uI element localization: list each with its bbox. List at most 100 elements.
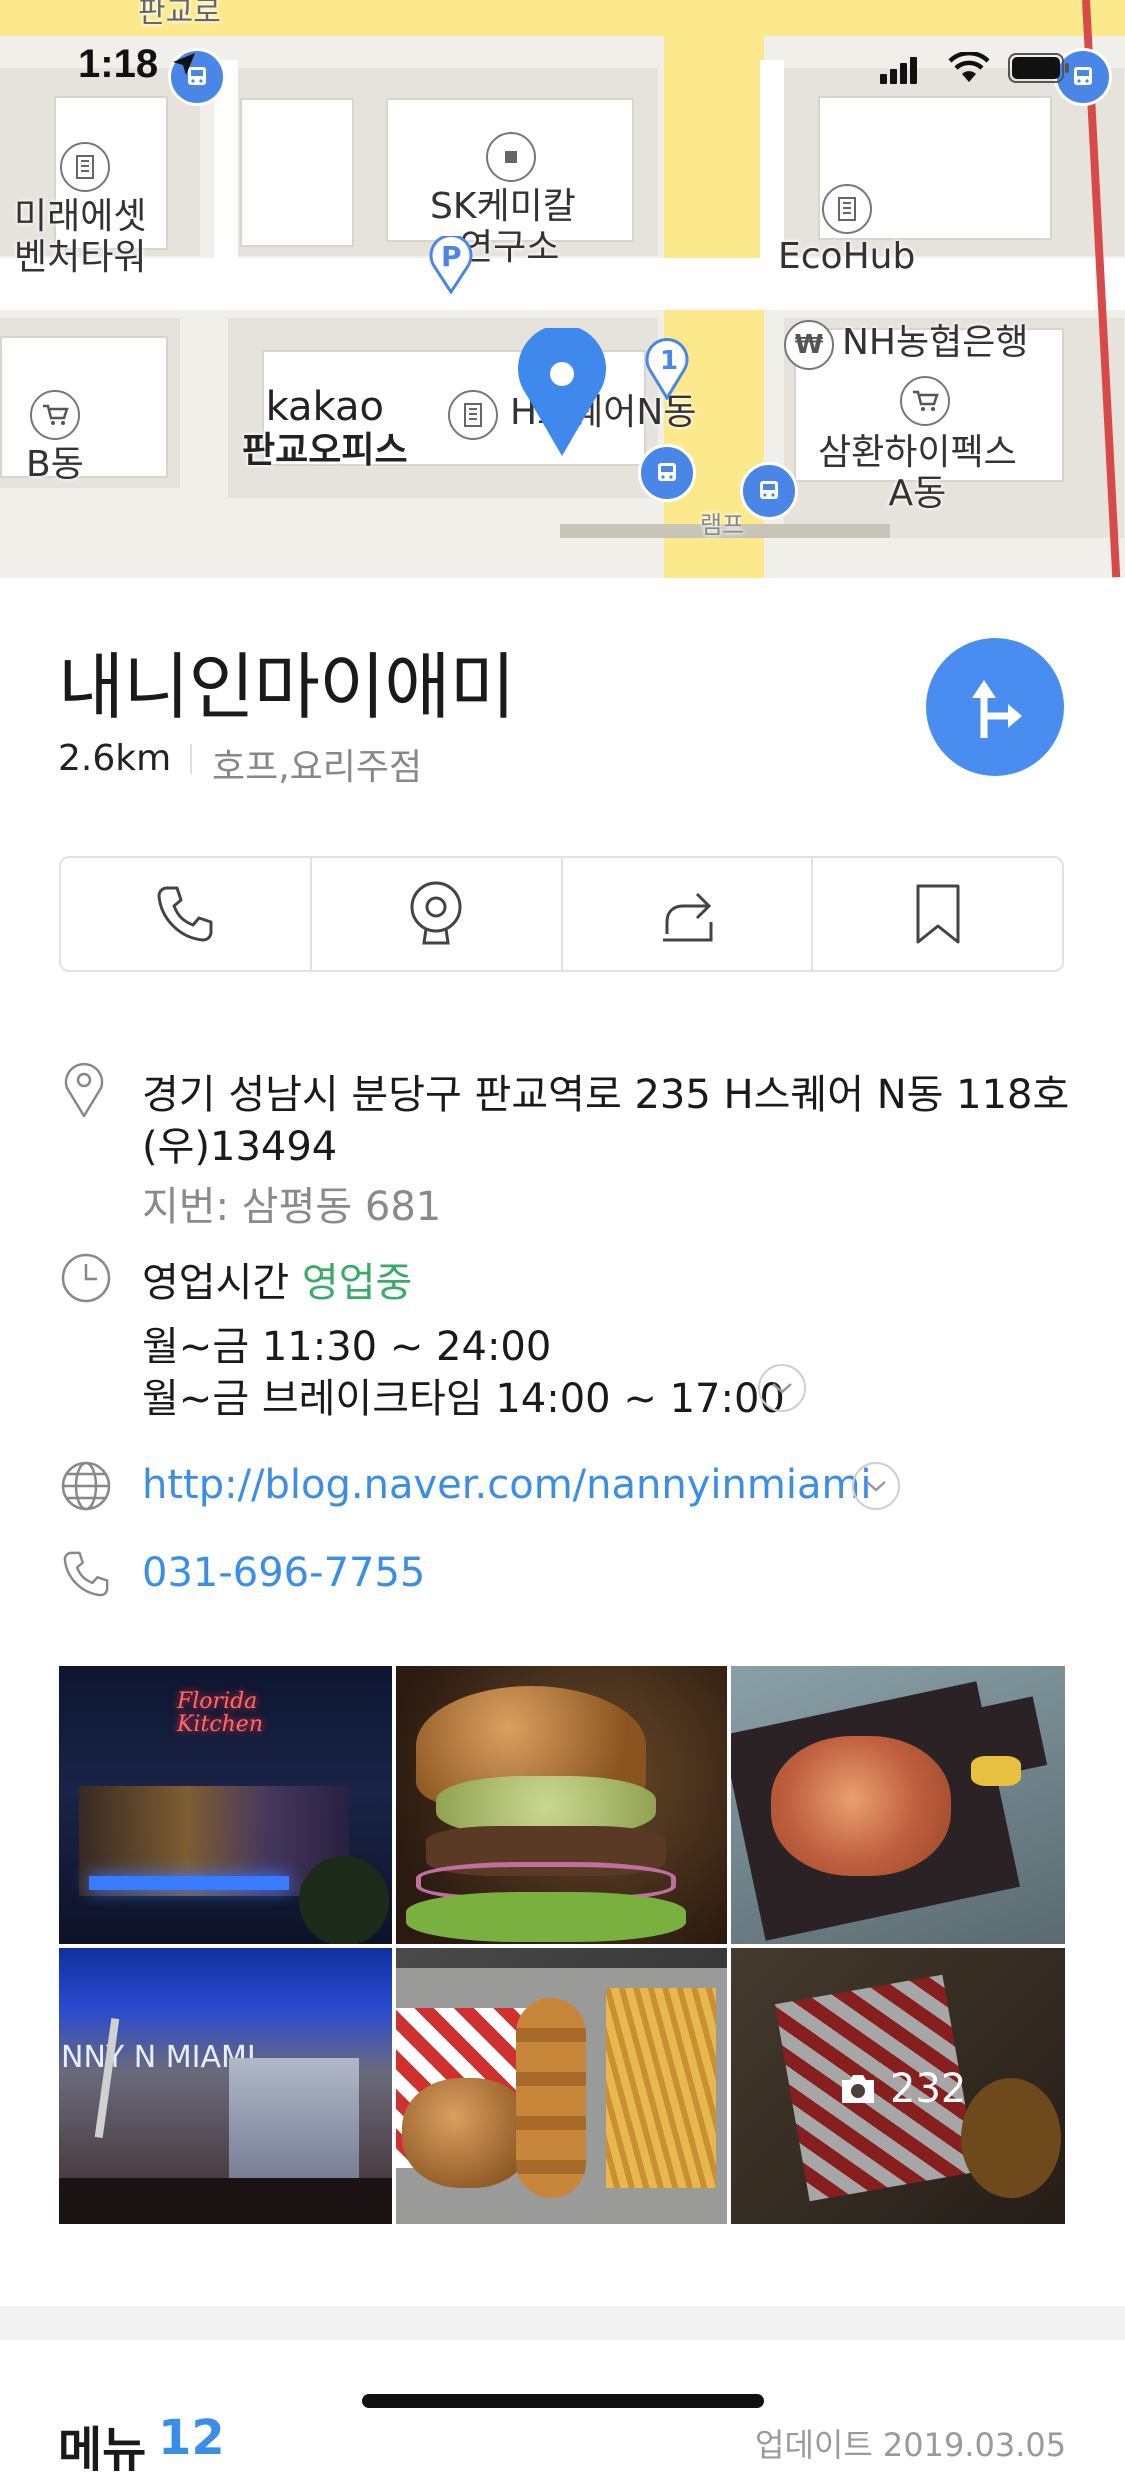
photo-count-text: 232 xyxy=(890,2066,967,2112)
map-label-line: 미래에셋 xyxy=(14,196,147,237)
burger-small xyxy=(402,2078,532,2188)
chevron-down-icon xyxy=(866,1481,886,1492)
map-building xyxy=(240,98,354,247)
plants xyxy=(299,1856,389,1944)
square-marker-icon xyxy=(505,151,517,163)
distance-text: 2.6km xyxy=(58,738,172,779)
building-poi-icon[interactable] xyxy=(448,390,498,440)
photo-nachos[interactable] xyxy=(731,1666,1065,1944)
blue-light xyxy=(89,1876,289,1890)
map-label-b-dong: B동 xyxy=(26,444,84,485)
hours-label-row: 영업시간 영업중 xyxy=(142,1250,412,1308)
section-separator xyxy=(0,2306,1125,2340)
street-view-button[interactable] xyxy=(312,858,563,970)
bookmark-icon xyxy=(916,884,960,944)
bus-glyph-icon xyxy=(1074,67,1092,85)
lettuce xyxy=(406,1892,686,1942)
map-label-samhwan: 삼환하이펙스 A동 xyxy=(818,432,1017,515)
building-icon xyxy=(76,155,94,179)
location-arrow-icon xyxy=(173,53,196,75)
action-button-row xyxy=(59,856,1064,972)
map-road xyxy=(214,60,238,310)
bank-poi-icon[interactable]: ₩ xyxy=(784,320,834,370)
battery-icon xyxy=(1008,52,1070,84)
mural-text: NNY N MIAMI xyxy=(61,2040,256,2075)
building-icon xyxy=(838,197,856,221)
selected-location-pin-icon[interactable] xyxy=(516,324,608,458)
nacho-pile xyxy=(771,1736,951,1876)
hours-break-time: 월~금 브레이크타임 14:00 ~ 17:00 xyxy=(142,1376,785,1422)
phone-link[interactable]: 031-696-7755 xyxy=(142,1550,425,1596)
divider xyxy=(190,744,192,774)
hours-weekday: 월~금 11:30 ~ 24:00 xyxy=(142,1324,552,1370)
map-label-line: 판교오피스 xyxy=(242,430,408,471)
menu-section-label: 메뉴 xyxy=(58,2422,147,2478)
menu-updated-date: 업데이트 2019.03.05 xyxy=(755,2426,1067,2464)
website-expand-button[interactable] xyxy=(852,1462,900,1510)
address-text: 경기 성남시 분당구 판교역로 235 H스퀘어 N동 118호 xyxy=(142,1072,1070,1118)
map-label-ramp: 램프 xyxy=(700,511,745,539)
street-view-icon xyxy=(410,881,462,945)
bus-stop-icon[interactable] xyxy=(740,462,798,520)
map-label-line: A동 xyxy=(888,473,947,515)
bookmark-button[interactable] xyxy=(813,858,1062,970)
location-pin-shape xyxy=(518,324,606,456)
place-title: 내니인마이애미 xyxy=(58,645,516,729)
building-poi-icon[interactable] xyxy=(822,184,872,234)
website-link[interactable]: http://blog.naver.com/nannyinmiami xyxy=(142,1462,872,1508)
mural-floor xyxy=(59,2178,392,2224)
map-label-line: 삼환하이펙스 xyxy=(818,432,1017,473)
location-icon xyxy=(62,1058,106,1122)
photo-count-badge[interactable]: 232 xyxy=(838,2066,966,2112)
map-label-line: 벤처타워 xyxy=(14,237,147,279)
map-label-road: 판교로 xyxy=(138,0,221,30)
home-indicator[interactable] xyxy=(362,2394,764,2408)
parking-marker-icon[interactable]: P xyxy=(428,234,474,295)
shopping-cart-poi-icon[interactable] xyxy=(900,376,950,426)
camera-icon xyxy=(842,2075,874,2103)
shopping-cart-poi-icon[interactable] xyxy=(30,390,80,440)
postal-code-text: (우)13494 xyxy=(142,1124,338,1170)
onion-rings xyxy=(516,1998,586,2198)
menu-count: 12 xyxy=(158,2410,225,2466)
map-label-mirae: 미래에셋 벤처타워 xyxy=(14,196,146,279)
share-icon xyxy=(662,892,713,942)
chevron-down-icon xyxy=(772,1383,792,1394)
hours-expand-button[interactable] xyxy=(758,1364,806,1412)
parking-letter: P xyxy=(441,240,462,273)
neon-sign: Florida Kitchen xyxy=(177,1689,263,1738)
shopping-cart-icon xyxy=(43,404,69,425)
map-label-nh: NH농협은행 xyxy=(842,322,1029,363)
category-text: 호프,요리주점 xyxy=(212,747,423,788)
share-button[interactable] xyxy=(563,858,814,970)
open-status: 영업중 xyxy=(301,1260,413,1306)
directions-button[interactable] xyxy=(926,638,1064,776)
phone-icon xyxy=(60,1548,112,1604)
photo-mural[interactable]: NNY N MIAMI xyxy=(59,1948,392,2224)
palm-tree xyxy=(94,2018,120,2138)
wifi-icon xyxy=(948,50,990,84)
map-label-kakao: kakao 판교오피스 xyxy=(242,384,408,471)
building-poi-icon[interactable] xyxy=(60,142,110,192)
fries xyxy=(606,1988,716,2188)
company-poi-icon[interactable] xyxy=(486,132,536,182)
photo-burger-rings[interactable] xyxy=(396,1948,727,2224)
marker-number: 1 xyxy=(660,346,679,376)
status-bar-time: 1:18 xyxy=(78,42,199,87)
bus-stop-icon[interactable] xyxy=(638,444,696,502)
photo-storefront[interactable]: Florida Kitchen xyxy=(59,1666,392,1944)
hours-label: 영업시간 xyxy=(142,1260,290,1306)
map-label-line: kakao xyxy=(265,384,385,430)
bus-glyph-icon xyxy=(760,481,778,499)
photo-burger[interactable] xyxy=(396,1666,727,1944)
lot-address-text: 지번: 삼평동 681 xyxy=(142,1184,442,1230)
phone-icon xyxy=(157,886,213,942)
numbered-marker-icon[interactable]: 1 xyxy=(644,338,690,401)
map-label-line: SK케미칼 xyxy=(430,186,576,227)
directions-arrow-icon xyxy=(972,680,1022,738)
building-icon xyxy=(464,403,482,427)
clock-text: 1:18 xyxy=(78,42,159,86)
corn xyxy=(971,1756,1021,1786)
signal-icon xyxy=(880,56,920,84)
call-button[interactable] xyxy=(61,858,312,970)
